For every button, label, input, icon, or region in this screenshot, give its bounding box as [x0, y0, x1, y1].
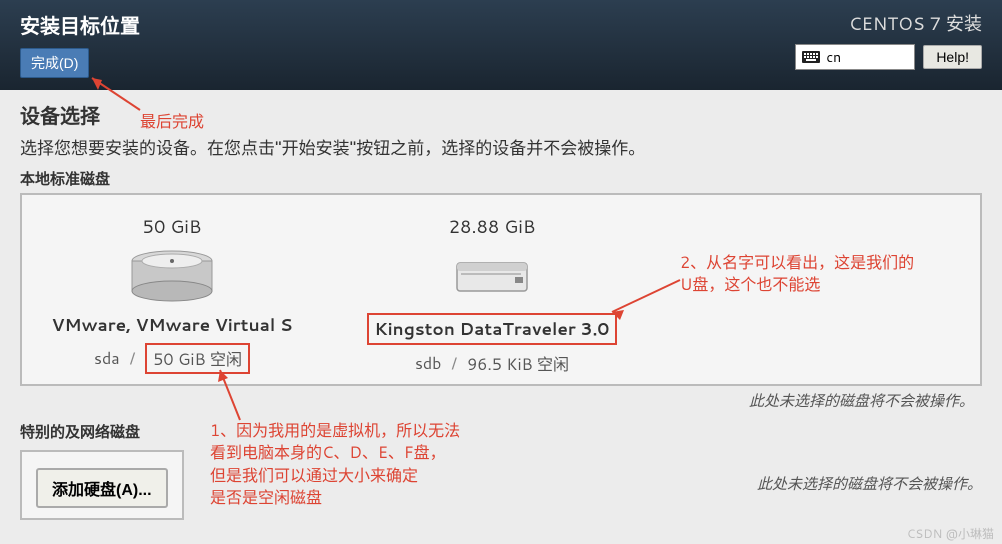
disk-info: sdb / 96.5 KiB 空闲	[415, 351, 569, 376]
disk-info: sda / 50 GiB 空闲	[94, 343, 250, 374]
local-disks-area: 50 GiB VMware, VMware Virtual S sda / 50…	[20, 193, 982, 386]
disk-dev: sda	[94, 347, 120, 370]
page-title: 安装目标位置	[20, 10, 140, 40]
disk-item-sdb[interactable]: 28.88 GiB Kingston DataTraveler 3.0 sdb …	[362, 213, 622, 376]
done-button[interactable]: 完成(D)	[20, 48, 89, 78]
disk-dev: sdb	[415, 352, 441, 375]
local-disks-label: 本地标准磁盘	[20, 168, 982, 189]
special-disks-label: 特别的及网络磁盘	[20, 421, 982, 442]
disk-item-sda[interactable]: 50 GiB VMware, VMware Virtual S sda / 50…	[42, 213, 302, 376]
header-bar: 安装目标位置 完成(D) CENTOS 7 安装 cn Help!	[0, 0, 1002, 90]
installer-title: CENTOS 7 安装	[849, 10, 982, 36]
special-disks-area: 添加硬盘(A)...	[20, 450, 184, 520]
device-selection-desc: 选择您想要安装的设备。在您点击"开始安装"按钮之前，选择的设备并不会被操作。	[20, 134, 982, 160]
disk-separator: /	[451, 352, 457, 375]
disk-separator: /	[130, 347, 136, 370]
hard-disk-icon	[127, 249, 217, 303]
device-selection-title: 设备选择	[20, 100, 982, 130]
local-disks-hint: 此处未选择的磁盘将不会被操作。	[28, 390, 974, 411]
disk-size: 28.88 GiB	[449, 213, 536, 239]
keyboard-icon	[802, 50, 820, 64]
disk-free: 96.5 KiB 空闲	[467, 351, 569, 376]
keyboard-layout-selector[interactable]: cn	[795, 44, 915, 70]
add-disk-button[interactable]: 添加硬盘(A)...	[36, 468, 168, 508]
special-disks-hint: 此处未选择的磁盘将不会被操作。	[757, 473, 982, 494]
external-disk-icon	[447, 249, 537, 303]
disk-name: Kingston DataTraveler 3.0	[367, 313, 618, 345]
disk-size: 50 GiB	[143, 213, 202, 239]
watermark: CSDN @小琳猫	[907, 525, 994, 542]
help-button[interactable]: Help!	[923, 45, 982, 69]
keyboard-layout-code: cn	[826, 47, 841, 67]
disk-free: 50 GiB 空闲	[145, 343, 250, 374]
disk-name: VMware, VMware Virtual S	[52, 313, 293, 337]
